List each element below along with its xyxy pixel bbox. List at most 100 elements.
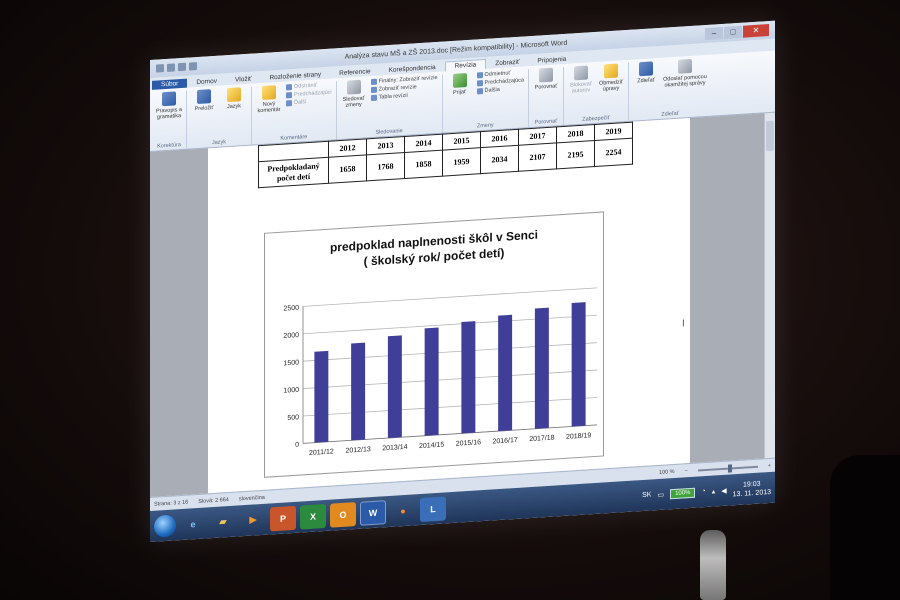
quick-access-toolbar (156, 62, 197, 73)
scrollbar-thumb[interactable] (766, 120, 774, 152)
x-tick-label: 2018/19 (566, 432, 591, 441)
bar-chart[interactable]: predpoklad naplnenosti škôl v Senci ( šk… (264, 211, 604, 478)
ie-icon[interactable]: e (180, 511, 206, 537)
y-tick-label: 0 (295, 442, 299, 449)
close-button[interactable]: ✕ (743, 24, 769, 38)
x-tick-label: 2017/18 (529, 435, 554, 444)
chart-bar (498, 314, 513, 432)
compare-icon (538, 67, 553, 83)
projected-screen: Analýza stavu MŠ a ZŠ 2013.doc [Režim ko… (150, 20, 775, 542)
word-count[interactable]: Slová: 2 664 (198, 497, 229, 505)
instant-message-icon (677, 58, 692, 74)
block-authors-button[interactable]: Blokovať autorov (568, 65, 594, 95)
redo-icon[interactable] (189, 62, 197, 71)
next-change-button[interactable]: Ďalšia (476, 85, 524, 95)
gridline (303, 314, 597, 335)
share-button[interactable]: Zdieľať (633, 61, 659, 85)
keyboard-icon[interactable]: ▭ (657, 490, 664, 498)
group-changes: Prijať Odmietnuť Predchádzajúca Ďalšia Z… (442, 69, 529, 133)
y-tick-label: 2500 (283, 305, 299, 313)
y-tick-label: 1000 (283, 387, 299, 395)
group-protect: Blokovať autorov Obmedziť úpravy Zabezpe… (563, 62, 629, 125)
minimize-button[interactable]: – (705, 26, 723, 41)
firefox-icon[interactable]: ● (390, 498, 416, 524)
page-count[interactable]: Strana: 3 z 16 (154, 499, 188, 507)
volume-icon[interactable]: ◀ (721, 486, 726, 494)
table-cell-value: 2195 (556, 140, 595, 169)
network-icon[interactable]: ◔ (701, 488, 705, 495)
outlook-icon[interactable]: O (330, 501, 356, 528)
battery-indicator[interactable]: 100% (670, 487, 696, 499)
translate-icon (197, 89, 211, 105)
table-cell-value: 1768 (366, 152, 405, 181)
y-tick-label: 2000 (283, 332, 299, 340)
chart-bar (314, 350, 329, 443)
save-icon[interactable] (167, 63, 175, 72)
media-player-icon[interactable]: ▶ (240, 507, 266, 533)
track-changes-icon (346, 79, 361, 95)
track-changes-button[interactable]: Sledovať zmeny (341, 79, 367, 109)
text-cursor-icon: I (682, 318, 685, 330)
table-cell-value: 2034 (480, 145, 519, 174)
zoom-in-icon[interactable]: + (768, 462, 771, 468)
group-share: Zdieľať Odoslať pomocou okamžitej správy… (629, 58, 711, 121)
undo-icon[interactable] (178, 62, 186, 72)
powerpoint-icon[interactable]: P (270, 505, 296, 531)
start-button[interactable] (154, 513, 176, 538)
translate-button[interactable]: Preložiť (191, 89, 217, 113)
comment-icon (262, 85, 276, 100)
system-tray: SK ▭ 100% ◔ ▴ ◀ 19:03 13. 11. 2013 (642, 478, 771, 504)
chart-bar (387, 335, 402, 439)
language-button[interactable]: Jazyk (221, 87, 247, 111)
x-tick-label: 2011/12 (309, 448, 334, 457)
chart-bar (424, 327, 439, 436)
word-app-icon[interactable] (156, 64, 164, 73)
table-cell-value: 1858 (404, 150, 443, 179)
gridline (303, 369, 597, 389)
vertical-scrollbar[interactable] (764, 112, 775, 459)
document-page[interactable]: 2012 2013 2014 2015 2016 2017 2018 2019 … (208, 118, 690, 494)
table-row-label: Predpokladaný počet detí (258, 157, 329, 188)
share-icon (638, 61, 653, 77)
proofing-language[interactable]: slovenčina (239, 494, 265, 502)
zoom-slider[interactable] (697, 465, 758, 472)
person-silhouette (830, 455, 900, 600)
clock[interactable]: 19:03 13. 11. 2013 (733, 478, 771, 498)
next-comment-button[interactable]: Ďalší (286, 98, 332, 107)
chart-plot: 0 500 1000 1500 2000 2500 2011/12 2012/13 2013/1… (283, 287, 597, 457)
zoom-out-icon[interactable]: − (685, 468, 688, 474)
maximize-button[interactable]: □ (724, 25, 742, 39)
clock-date: 13. 11. 2013 (732, 488, 771, 498)
group-proofing: Pravopis a gramatika Korektúra (152, 90, 187, 151)
new-comment-button[interactable]: Nový komentár (256, 85, 282, 115)
microphone (700, 530, 726, 600)
block-authors-icon (573, 65, 588, 81)
y-tick-label: 1500 (283, 359, 299, 367)
table-cell-value: 2107 (518, 142, 557, 172)
folder-icon[interactable]: ▰ (210, 509, 236, 535)
x-tick-label: 2012/13 (345, 446, 370, 455)
word-icon[interactable]: W (360, 499, 386, 526)
lync-icon[interactable]: L (420, 495, 446, 522)
lock-icon (603, 63, 618, 79)
x-tick-label: 2015/16 (456, 439, 481, 448)
accept-button[interactable]: Prijať (447, 73, 473, 97)
zoom-level[interactable]: 100 % (659, 468, 675, 475)
compare-button[interactable]: Porovnať (533, 67, 559, 91)
gridline (303, 287, 597, 307)
excel-icon[interactable]: X (300, 503, 326, 530)
spelling-button[interactable]: Pravopis a gramatika (156, 91, 182, 121)
send-im-button[interactable]: Odoslať pomocou okamžitej správy (663, 58, 707, 89)
restrict-editing-button[interactable]: Obmedziť úpravy (598, 63, 624, 93)
document-area: 2012 2013 2014 2015 2016 2017 2018 2019 … (150, 112, 775, 497)
group-language: Preložiť Jazyk Jazyk (187, 86, 252, 149)
chart-bar (571, 302, 586, 427)
tray-expand-icon[interactable]: ▴ (712, 487, 716, 495)
group-comments: Nový komentár Odstrániť Predchádzajúci Ď… (252, 81, 337, 145)
x-tick-label: 2013/14 (382, 444, 407, 453)
chart-bar (351, 342, 366, 441)
spelling-icon (162, 91, 176, 107)
input-language[interactable]: SK (642, 491, 651, 499)
x-tick-label: 2014/15 (419, 441, 444, 450)
x-tick-label: 2016/17 (492, 437, 517, 446)
